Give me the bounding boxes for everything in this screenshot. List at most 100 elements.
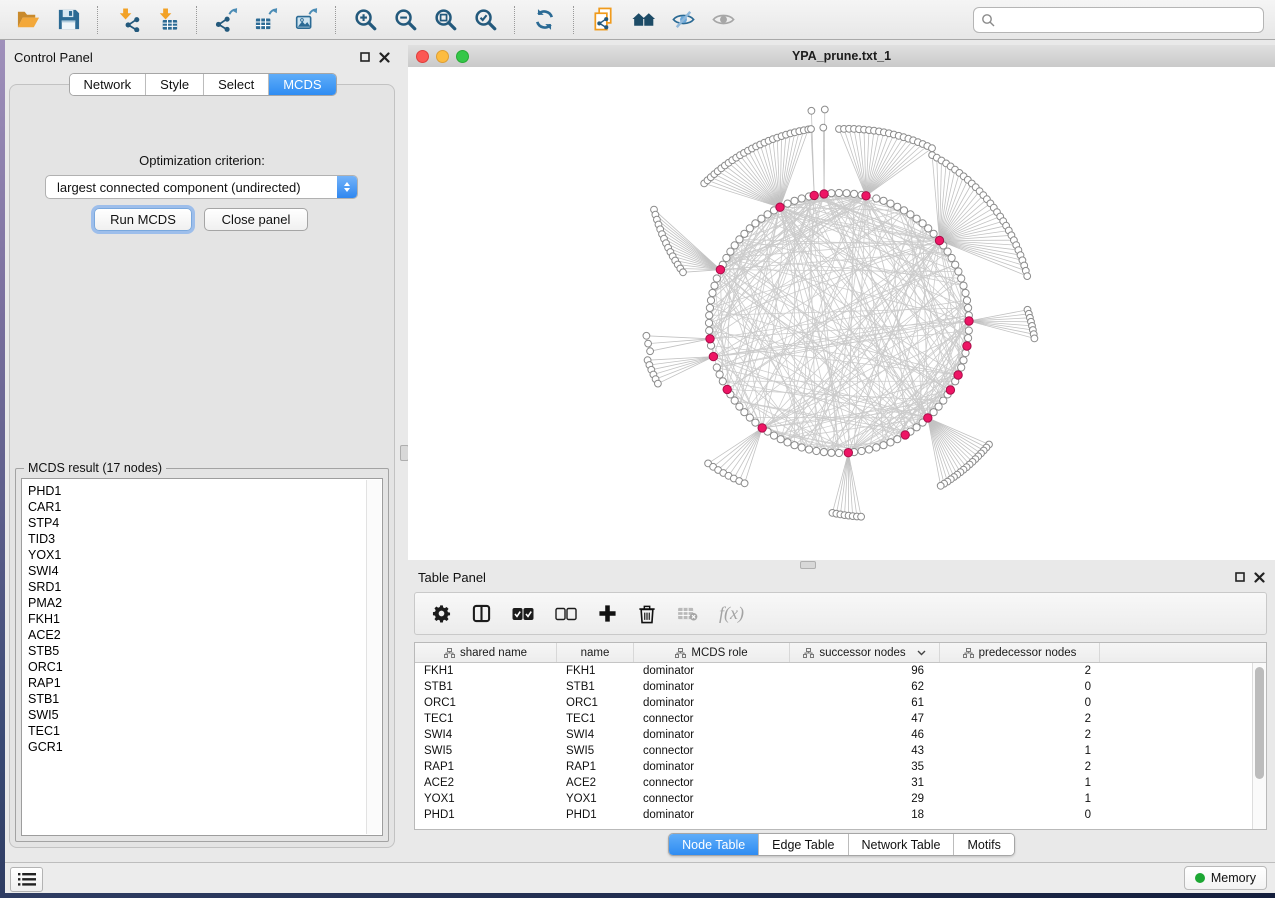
- mcds-result-item[interactable]: STB1: [28, 691, 362, 707]
- scrollbar-thumb[interactable]: [1255, 667, 1264, 779]
- import-table-button[interactable]: [152, 5, 182, 35]
- network-node[interactable]: [887, 439, 894, 446]
- cell-predecessor-nodes[interactable]: 2: [940, 665, 1100, 677]
- float-table-panel-icon[interactable]: [1235, 572, 1245, 582]
- table-row[interactable]: STB1STB1dominator620: [415, 679, 1266, 695]
- horizontal-splitter[interactable]: [800, 561, 816, 569]
- mcds-result-item[interactable]: ORC1: [28, 659, 362, 675]
- network-node[interactable]: [937, 482, 944, 489]
- network-node[interactable]: [784, 200, 791, 207]
- network-node[interactable]: [843, 190, 850, 197]
- network-node[interactable]: [880, 197, 887, 204]
- mcds-result-item[interactable]: STB5: [28, 643, 362, 659]
- network-node[interactable]: [887, 200, 894, 207]
- table-row[interactable]: ACE2ACE2connector311: [415, 775, 1266, 791]
- network-node[interactable]: [955, 268, 962, 275]
- column-header-predecessor-nodes[interactable]: predecessor nodes: [940, 643, 1100, 662]
- import-network-button[interactable]: [112, 5, 142, 35]
- cell-predecessor-nodes[interactable]: 2: [940, 713, 1100, 725]
- network-node[interactable]: [828, 190, 835, 197]
- network-node[interactable]: [960, 357, 967, 364]
- network-node[interactable]: [963, 297, 970, 304]
- cell-successor-nodes[interactable]: 18: [790, 809, 940, 821]
- cell-shared-name[interactable]: SWI4: [415, 729, 557, 741]
- network-node[interactable]: [808, 126, 815, 133]
- cell-successor-nodes[interactable]: 29: [790, 793, 940, 805]
- network-node[interactable]: [752, 419, 759, 426]
- network-node[interactable]: [798, 195, 805, 202]
- save-session-button[interactable]: [53, 5, 83, 35]
- cell-predecessor-nodes[interactable]: 1: [940, 777, 1100, 789]
- cell-shared-name[interactable]: FKH1: [415, 665, 557, 677]
- cell-predecessor-nodes[interactable]: 1: [940, 745, 1100, 757]
- table-row[interactable]: YOX1YOX1connector291: [415, 791, 1266, 807]
- network-node[interactable]: [965, 335, 972, 342]
- network-node[interactable]: [798, 444, 805, 451]
- export-network-button[interactable]: [211, 5, 241, 35]
- tab-network-table[interactable]: Network Table: [848, 834, 954, 855]
- cell-name[interactable]: RAP1: [557, 761, 634, 773]
- delete-table-button[interactable]: [677, 606, 698, 621]
- tab-motifs[interactable]: Motifs: [953, 834, 1013, 855]
- cell-shared-name[interactable]: ORC1: [415, 697, 557, 709]
- network-node[interactable]: [709, 289, 716, 296]
- mcds-node[interactable]: [901, 431, 909, 439]
- mcds-result-item[interactable]: SWI4: [28, 563, 362, 579]
- network-node[interactable]: [716, 371, 723, 378]
- mcds-node[interactable]: [946, 386, 954, 394]
- network-node[interactable]: [770, 432, 777, 439]
- cell-MCDS-role[interactable]: dominator: [634, 697, 790, 709]
- cell-predecessor-nodes[interactable]: 1: [940, 793, 1100, 805]
- network-node[interactable]: [958, 275, 965, 282]
- network-node[interactable]: [680, 269, 687, 276]
- mcds-node[interactable]: [820, 190, 828, 198]
- tab-select[interactable]: Select: [203, 74, 268, 95]
- tab-edge-table[interactable]: Edge Table: [758, 834, 847, 855]
- network-node[interactable]: [948, 254, 955, 261]
- close-panel-icon[interactable]: [379, 52, 390, 63]
- show-all-button[interactable]: [708, 5, 738, 35]
- network-node[interactable]: [820, 449, 827, 456]
- cell-successor-nodes[interactable]: 96: [790, 665, 940, 677]
- network-node[interactable]: [894, 436, 901, 443]
- table-options-gear-button[interactable]: [432, 604, 451, 623]
- network-node[interactable]: [727, 248, 734, 255]
- network-node[interactable]: [706, 304, 713, 311]
- cell-MCDS-role[interactable]: dominator: [634, 681, 790, 693]
- mcds-node[interactable]: [709, 352, 717, 360]
- mcds-result-item[interactable]: CAR1: [28, 499, 362, 515]
- tab-mcds[interactable]: MCDS: [268, 74, 335, 95]
- zoom-in-button[interactable]: [350, 5, 380, 35]
- cell-name[interactable]: SWI4: [557, 729, 634, 741]
- vertical-splitter[interactable]: [400, 40, 408, 862]
- cell-MCDS-role[interactable]: connector: [634, 713, 790, 725]
- network-node[interactable]: [894, 203, 901, 210]
- network-node[interactable]: [960, 282, 967, 289]
- network-node[interactable]: [880, 442, 887, 449]
- cell-successor-nodes[interactable]: 35: [790, 761, 940, 773]
- cell-name[interactable]: STB1: [557, 681, 634, 693]
- network-node[interactable]: [1031, 335, 1038, 342]
- network-node[interactable]: [713, 364, 720, 371]
- network-node[interactable]: [707, 297, 714, 304]
- column-header-MCDS-role[interactable]: MCDS role: [634, 643, 790, 662]
- table-row[interactable]: SWI5SWI5connector431: [415, 743, 1266, 759]
- network-node[interactable]: [952, 261, 959, 268]
- table-row[interactable]: ORC1ORC1dominator610: [415, 695, 1266, 711]
- cell-successor-nodes[interactable]: 62: [790, 681, 940, 693]
- add-column-button[interactable]: [598, 604, 617, 623]
- network-node[interactable]: [858, 447, 865, 454]
- mcds-result-list[interactable]: PHD1CAR1STP4TID3YOX1SWI4SRD1PMA2FKH1ACE2…: [21, 478, 383, 836]
- network-node[interactable]: [643, 332, 650, 339]
- network-node[interactable]: [962, 289, 969, 296]
- table-row[interactable]: PHD1PHD1dominator180: [415, 807, 1266, 823]
- cell-predecessor-nodes[interactable]: 2: [940, 729, 1100, 741]
- network-node[interactable]: [913, 424, 920, 431]
- network-node[interactable]: [1024, 273, 1031, 280]
- table-row[interactable]: FKH1FKH1dominator962: [415, 663, 1266, 679]
- network-node[interactable]: [919, 220, 926, 227]
- network-node[interactable]: [907, 211, 914, 218]
- column-header-shared-name[interactable]: shared name: [415, 643, 557, 662]
- network-node[interactable]: [965, 327, 972, 334]
- cell-name[interactable]: ACE2: [557, 777, 634, 789]
